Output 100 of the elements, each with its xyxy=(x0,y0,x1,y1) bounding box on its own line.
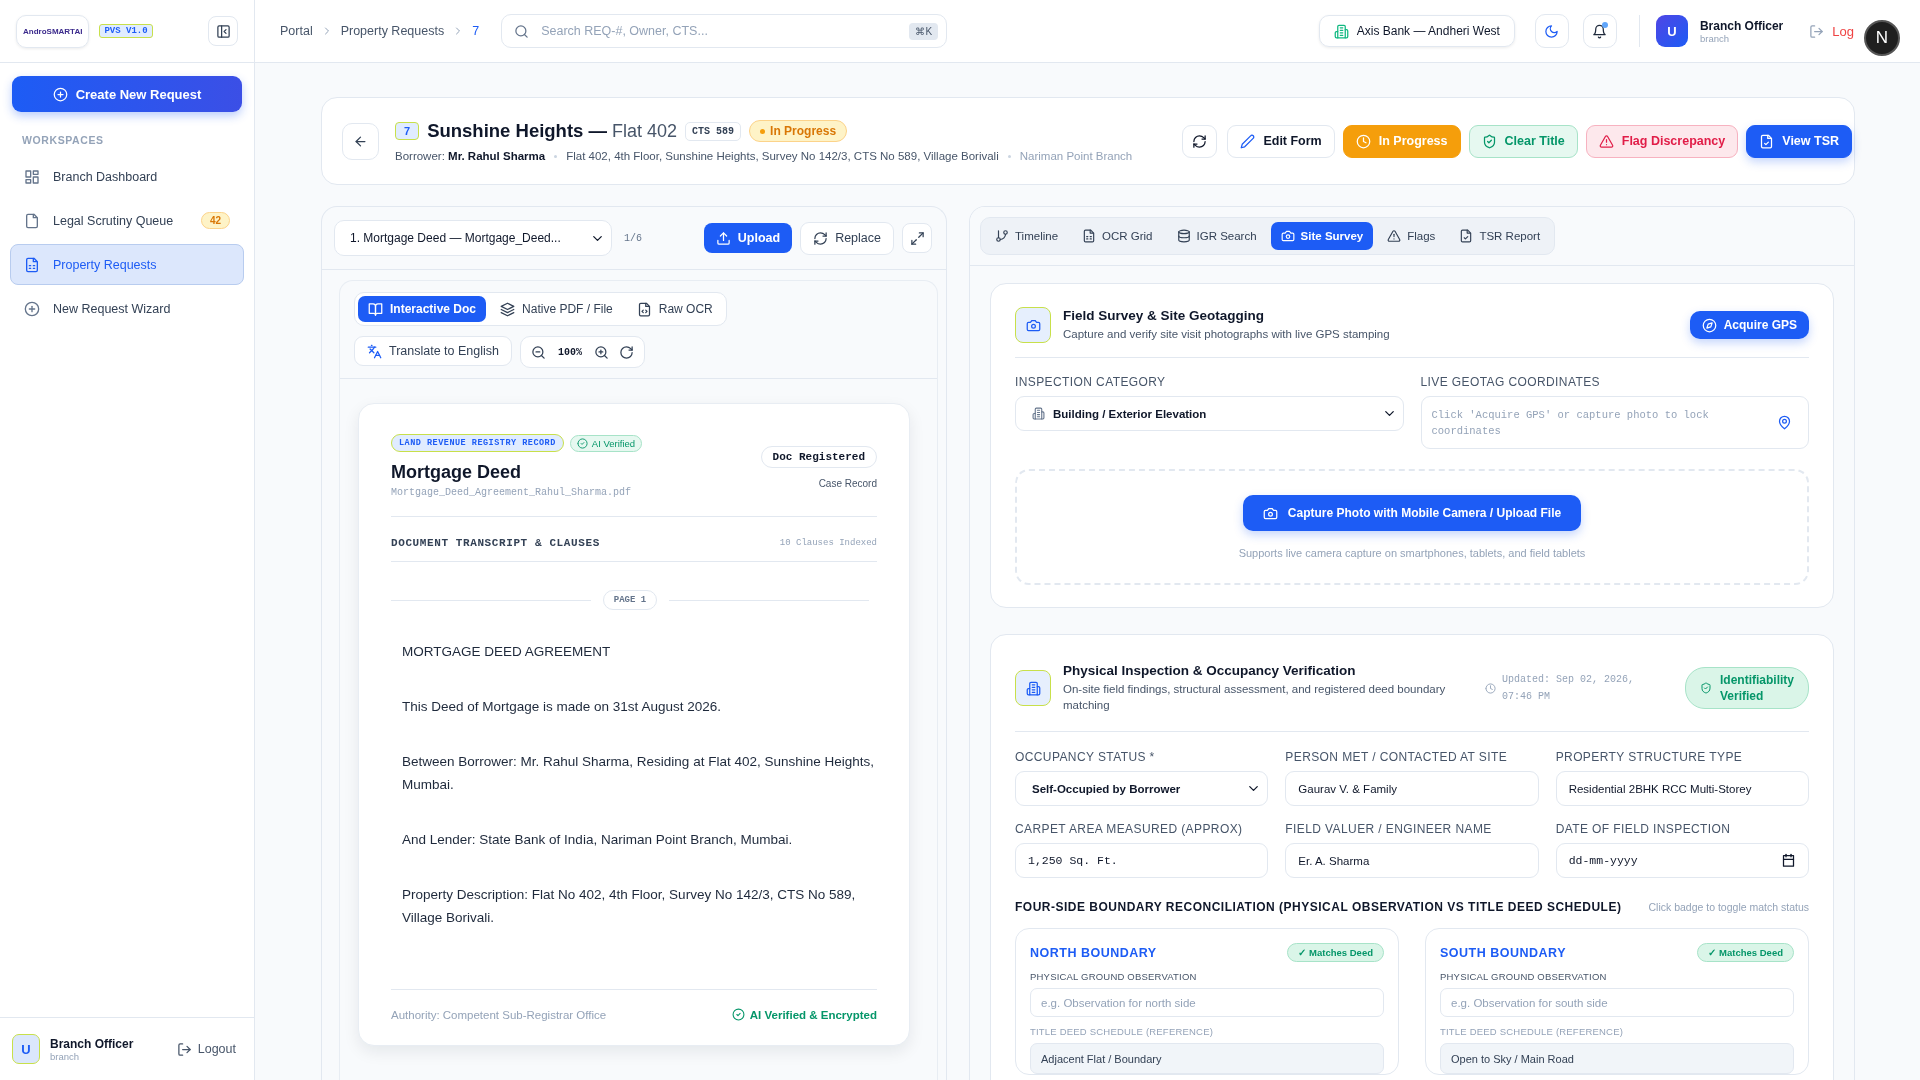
collapse-button[interactable] xyxy=(208,16,238,46)
status-badge: In Progress xyxy=(749,120,848,142)
database-icon xyxy=(1176,229,1191,243)
branch-selector[interactable]: Axis Bank — Andheri West xyxy=(1318,15,1515,47)
breadcrumb-link[interactable]: Property Requests xyxy=(340,24,445,38)
zoom-in-icon xyxy=(594,344,610,360)
user-name: Branch Officer xyxy=(1699,18,1784,33)
user-name: Branch Officer xyxy=(50,1036,134,1051)
translate-icon xyxy=(367,343,382,359)
photo-drop-zone[interactable]: Capture Photo with Mobile Camera / Upload File Supports live camera capture on smartphones, tablets, and field tablets xyxy=(1015,469,1809,585)
check-circle-icon xyxy=(731,1008,745,1021)
document-check-icon xyxy=(1759,133,1775,149)
tab[interactable]: OCR Grid xyxy=(1072,222,1163,250)
acquire-gps-button[interactable]: Acquire GPS xyxy=(1689,311,1809,339)
tab[interactable]: Flags xyxy=(1377,222,1446,250)
section-heading: FOUR-SIDE BOUNDARY RECONCILIATION (PHYSICAL OBSERVATION VS TITLE DEED SCHEDULE) xyxy=(1015,900,1622,914)
document-list-icon xyxy=(1082,229,1097,243)
tab[interactable]: Site Survey xyxy=(1270,222,1374,250)
document-count: 1/6 xyxy=(624,232,642,244)
category-select[interactable]: Building / Exterior Elevation xyxy=(1015,396,1404,431)
logout-icon xyxy=(1809,23,1825,39)
reference-field: Open to Sky / Main Road xyxy=(1440,1043,1794,1074)
document-list-icon xyxy=(24,256,40,273)
cts-tag: CTS 589 xyxy=(685,121,742,141)
clear-title-button[interactable]: Clear Title xyxy=(1468,124,1578,158)
replace-button[interactable]: Replace xyxy=(800,221,894,255)
warning-icon xyxy=(1387,229,1402,243)
search-bar[interactable]: Search REQ-#, Owner, CTS... ⌘K xyxy=(501,14,948,48)
field-label: PHYSICAL GROUND OBSERVATION xyxy=(1030,971,1198,982)
sidebar-item[interactable]: New Request Wizard xyxy=(10,288,244,329)
view-tab[interactable]: Native PDF / File xyxy=(490,296,623,322)
tab[interactable]: TSR Report xyxy=(1449,222,1551,250)
layers-icon xyxy=(500,301,516,317)
logout-button[interactable]: Logout xyxy=(170,1040,242,1058)
sidebar-item[interactable]: Branch Dashboard xyxy=(10,156,244,197)
calendar-icon xyxy=(1781,853,1796,868)
building-icon xyxy=(1333,23,1349,39)
search-icon xyxy=(514,23,530,39)
avatar: U xyxy=(1655,15,1688,47)
occupancy-select[interactable]: Self-Occupied by Borrower xyxy=(1015,771,1269,806)
zoom-out-icon xyxy=(531,344,546,360)
refresh-button[interactable] xyxy=(1182,124,1218,158)
card-title: Field Survey & Site Geotagging xyxy=(1063,308,1266,323)
refresh-icon xyxy=(1192,133,1208,149)
git-branch-icon xyxy=(995,229,1009,243)
flag-button[interactable]: Flag Discrepancy xyxy=(1585,124,1739,158)
borrower-text: Borrower: Mr. Rahul Sharma xyxy=(395,150,546,162)
notifications-button[interactable] xyxy=(1582,14,1617,48)
observation-field[interactable]: e.g. Observation for south side xyxy=(1440,988,1794,1017)
card-subtitle: On-site field findings, structural assessment, and registered deed boundary matching xyxy=(1063,682,1447,713)
check-circle-icon xyxy=(576,437,588,449)
card-title: Physical Inspection & Occupancy Verification xyxy=(1063,663,1357,678)
log-link[interactable]: Log xyxy=(1809,23,1854,39)
record-label: Case Record xyxy=(818,478,877,489)
area-field[interactable]: 1,250 Sq. Ft. xyxy=(1015,843,1269,878)
plus-circle-icon xyxy=(24,300,40,317)
section-label: WORKSPACES xyxy=(21,133,105,148)
edit-form-button[interactable]: Edit Form xyxy=(1227,124,1335,158)
text-field[interactable]: Er. A. Sharma xyxy=(1285,843,1539,878)
document-paragraph: This Deed of Mortgage is made on 31st August 2026. xyxy=(402,698,722,716)
document-paragraph: Property Description: Flat No 402, 4th Floor, Survey No 142/3, CTS No 589, Village Borivali. xyxy=(402,886,857,927)
upload-button[interactable]: Upload xyxy=(703,223,793,253)
sidebar-item[interactable]: Legal Scrutiny Queue 42 xyxy=(10,200,244,241)
tab[interactable]: Timeline xyxy=(985,222,1069,250)
building-icon xyxy=(1025,680,1041,696)
search-input[interactable]: Search REQ-#, Owner, CTS... xyxy=(539,23,900,39)
camera-icon xyxy=(1280,229,1295,243)
field-label: TITLE DEED SCHEDULE (REFERENCE) xyxy=(1030,1026,1215,1037)
shortcut-hint: ⌘K xyxy=(909,22,939,40)
create-request-button[interactable]: Create New Request xyxy=(12,76,242,112)
breadcrumb-link[interactable]: Portal xyxy=(280,24,313,38)
document-select[interactable]: 1. Mortgage Deed — Mortgage_Deed... xyxy=(334,220,612,256)
sidebar-item[interactable]: Property Requests xyxy=(10,244,244,285)
request-id: 7 xyxy=(395,122,420,140)
theme-toggle-button[interactable] xyxy=(1534,14,1569,48)
expand-icon xyxy=(909,230,925,246)
dev-badge[interactable]: N xyxy=(1864,19,1900,56)
upload-icon xyxy=(715,230,731,246)
user-role: branch xyxy=(50,1050,81,1062)
expand-button[interactable] xyxy=(902,223,932,253)
view-tab[interactable]: Interactive Doc xyxy=(358,296,487,322)
reference-field: Adjacent Flat / Boundary xyxy=(1030,1043,1384,1074)
date-field[interactable]: dd-mm-yyyy xyxy=(1555,843,1809,878)
capture-photo-button[interactable]: Capture Photo with Mobile Camera / Upload File xyxy=(1242,495,1582,531)
observation-field[interactable]: e.g. Observation for north side xyxy=(1030,988,1384,1017)
breadcrumb-link[interactable]: 7 xyxy=(472,24,480,38)
bell-icon xyxy=(1592,23,1608,39)
text-field[interactable]: Gaurav V. & Family xyxy=(1285,771,1539,806)
user-role: branch xyxy=(1699,32,1730,44)
tab[interactable]: IGR Search xyxy=(1166,222,1267,250)
document-icon xyxy=(24,212,40,229)
refresh-icon xyxy=(813,230,829,246)
version-badge: PVS V1.0 xyxy=(99,24,153,38)
text-field[interactable]: Residential 2BHK RCC Multi-Storey xyxy=(1555,771,1809,806)
field-label: INSPECTION CATEGORY xyxy=(1015,375,1167,389)
view-tab[interactable]: Raw OCR xyxy=(626,296,723,322)
view-tsr-button[interactable]: View TSR xyxy=(1746,124,1852,158)
translate-button[interactable]: Translate to English xyxy=(354,336,512,366)
updated-timestamp: Updated: Sep 02, 2026, 07:46 PM xyxy=(1502,673,1636,704)
warning-icon xyxy=(1598,133,1614,149)
